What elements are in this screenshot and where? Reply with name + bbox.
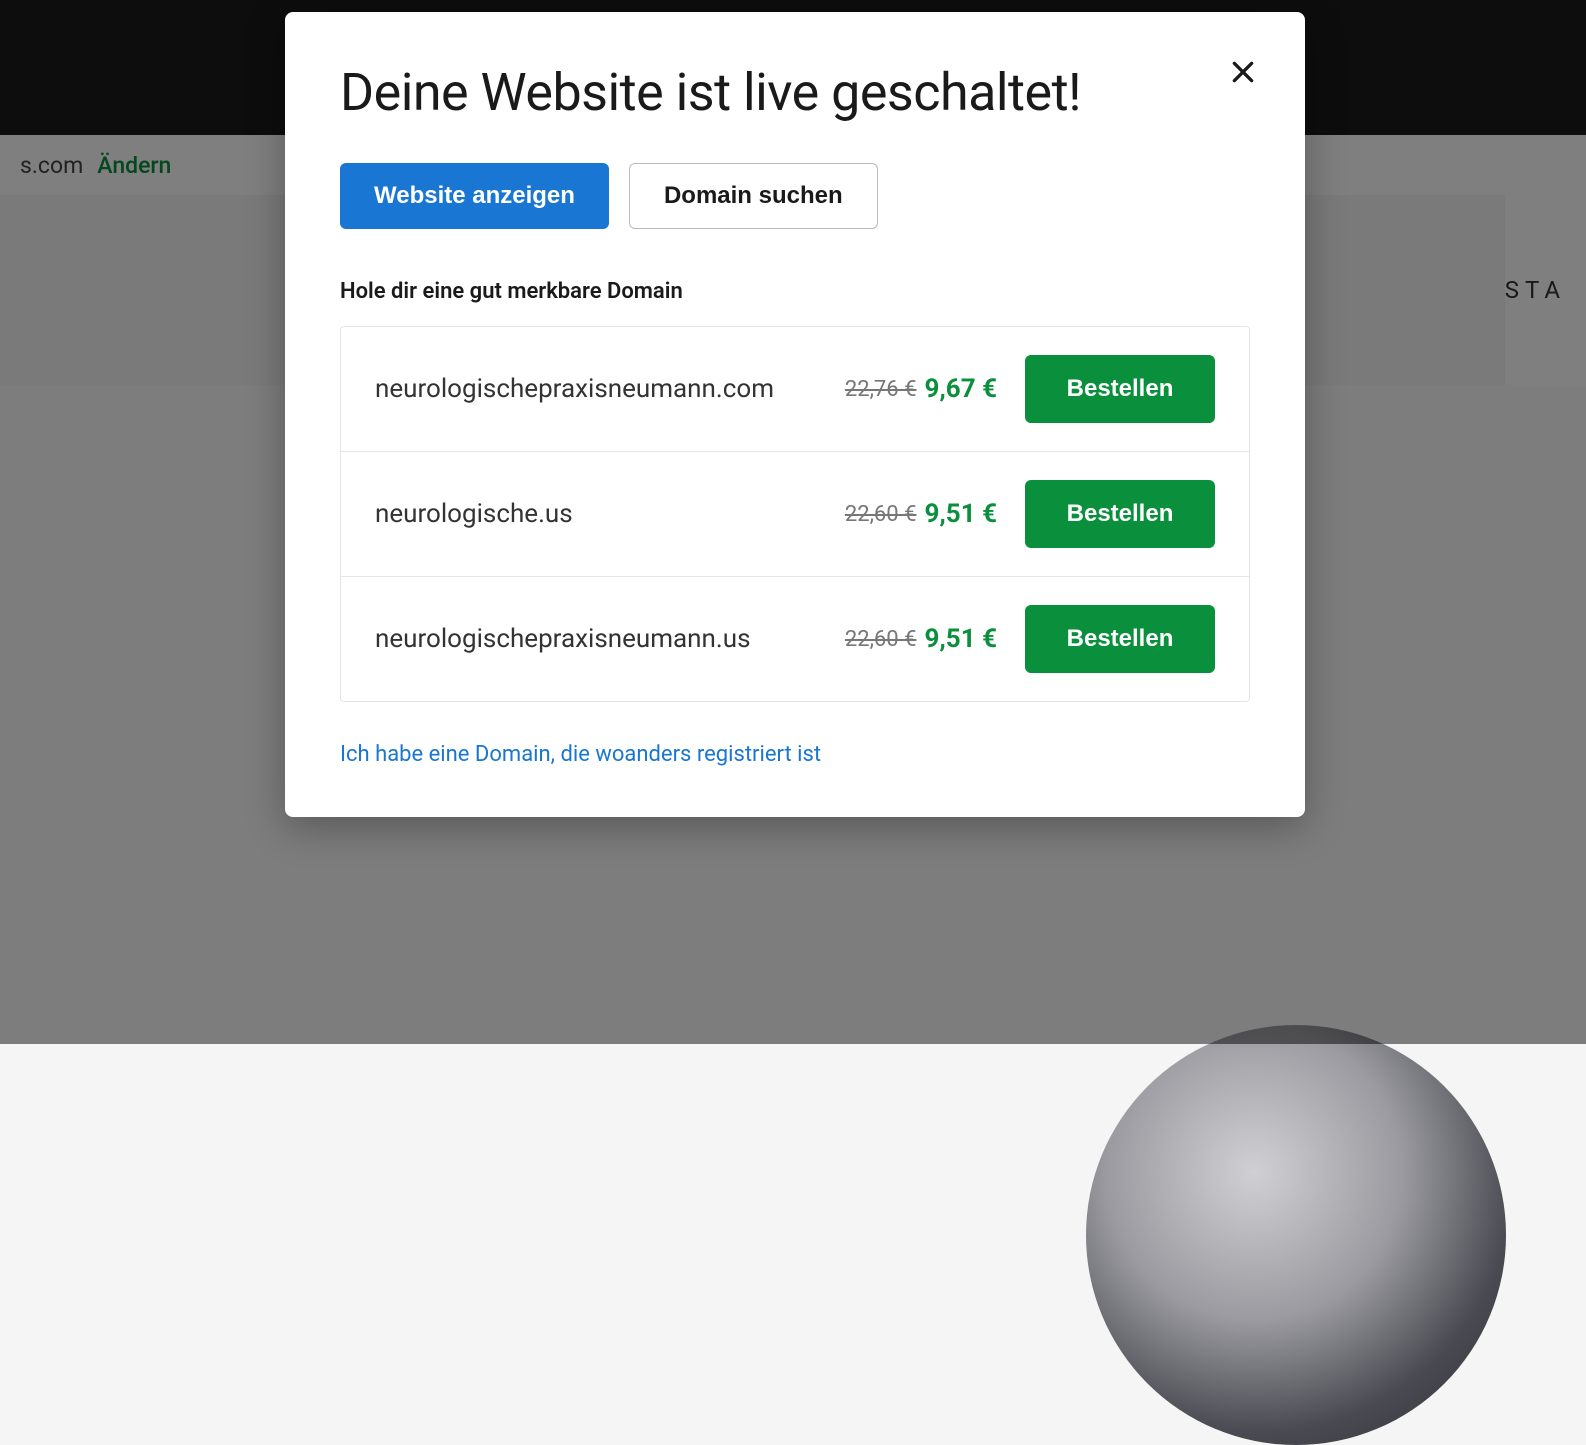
live-modal: Deine Website ist live geschaltet! Websi… [285, 12, 1305, 817]
view-site-button[interactable]: Website anzeigen [340, 163, 609, 229]
button-row: Website anzeigen Domain suchen [340, 163, 1250, 229]
order-button[interactable]: Bestellen [1025, 355, 1215, 423]
bg-hero-image [1086, 1025, 1506, 1445]
close-button[interactable] [1223, 52, 1263, 92]
price-old: 22,60 € [845, 627, 917, 652]
price-block: 22,60 € 9,51 € [845, 499, 997, 529]
domain-row: neurologische.us 22,60 € 9,51 € Bestelle… [341, 452, 1249, 577]
price-block: 22,76 € 9,67 € [845, 374, 997, 404]
domain-row: neurologischepraxisneumann.com 22,76 € 9… [341, 327, 1249, 452]
search-domain-button[interactable]: Domain suchen [629, 163, 878, 229]
order-button[interactable]: Bestellen [1025, 605, 1215, 673]
domain-name: neurologische.us [375, 496, 845, 532]
existing-domain-link[interactable]: Ich habe eine Domain, die woanders regis… [340, 742, 1250, 767]
domain-list: neurologischepraxisneumann.com 22,76 € 9… [340, 326, 1250, 702]
price-block: 22,60 € 9,51 € [845, 624, 997, 654]
price-old: 22,76 € [845, 377, 917, 402]
price-new: 9,67 € [924, 374, 997, 404]
modal-title: Deine Website ist live geschaltet! [340, 62, 1250, 123]
domain-name: neurologischepraxisneumann.us [375, 621, 845, 657]
domain-name: neurologischepraxisneumann.com [375, 371, 845, 407]
price-new: 9,51 € [924, 624, 997, 654]
price-old: 22,60 € [845, 502, 917, 527]
order-button[interactable]: Bestellen [1025, 480, 1215, 548]
price-new: 9,51 € [924, 499, 997, 529]
close-icon [1230, 59, 1256, 85]
domain-row: neurologischepraxisneumann.us 22,60 € 9,… [341, 577, 1249, 701]
domain-section-label: Hole dir eine gut merkbare Domain [340, 279, 1250, 304]
